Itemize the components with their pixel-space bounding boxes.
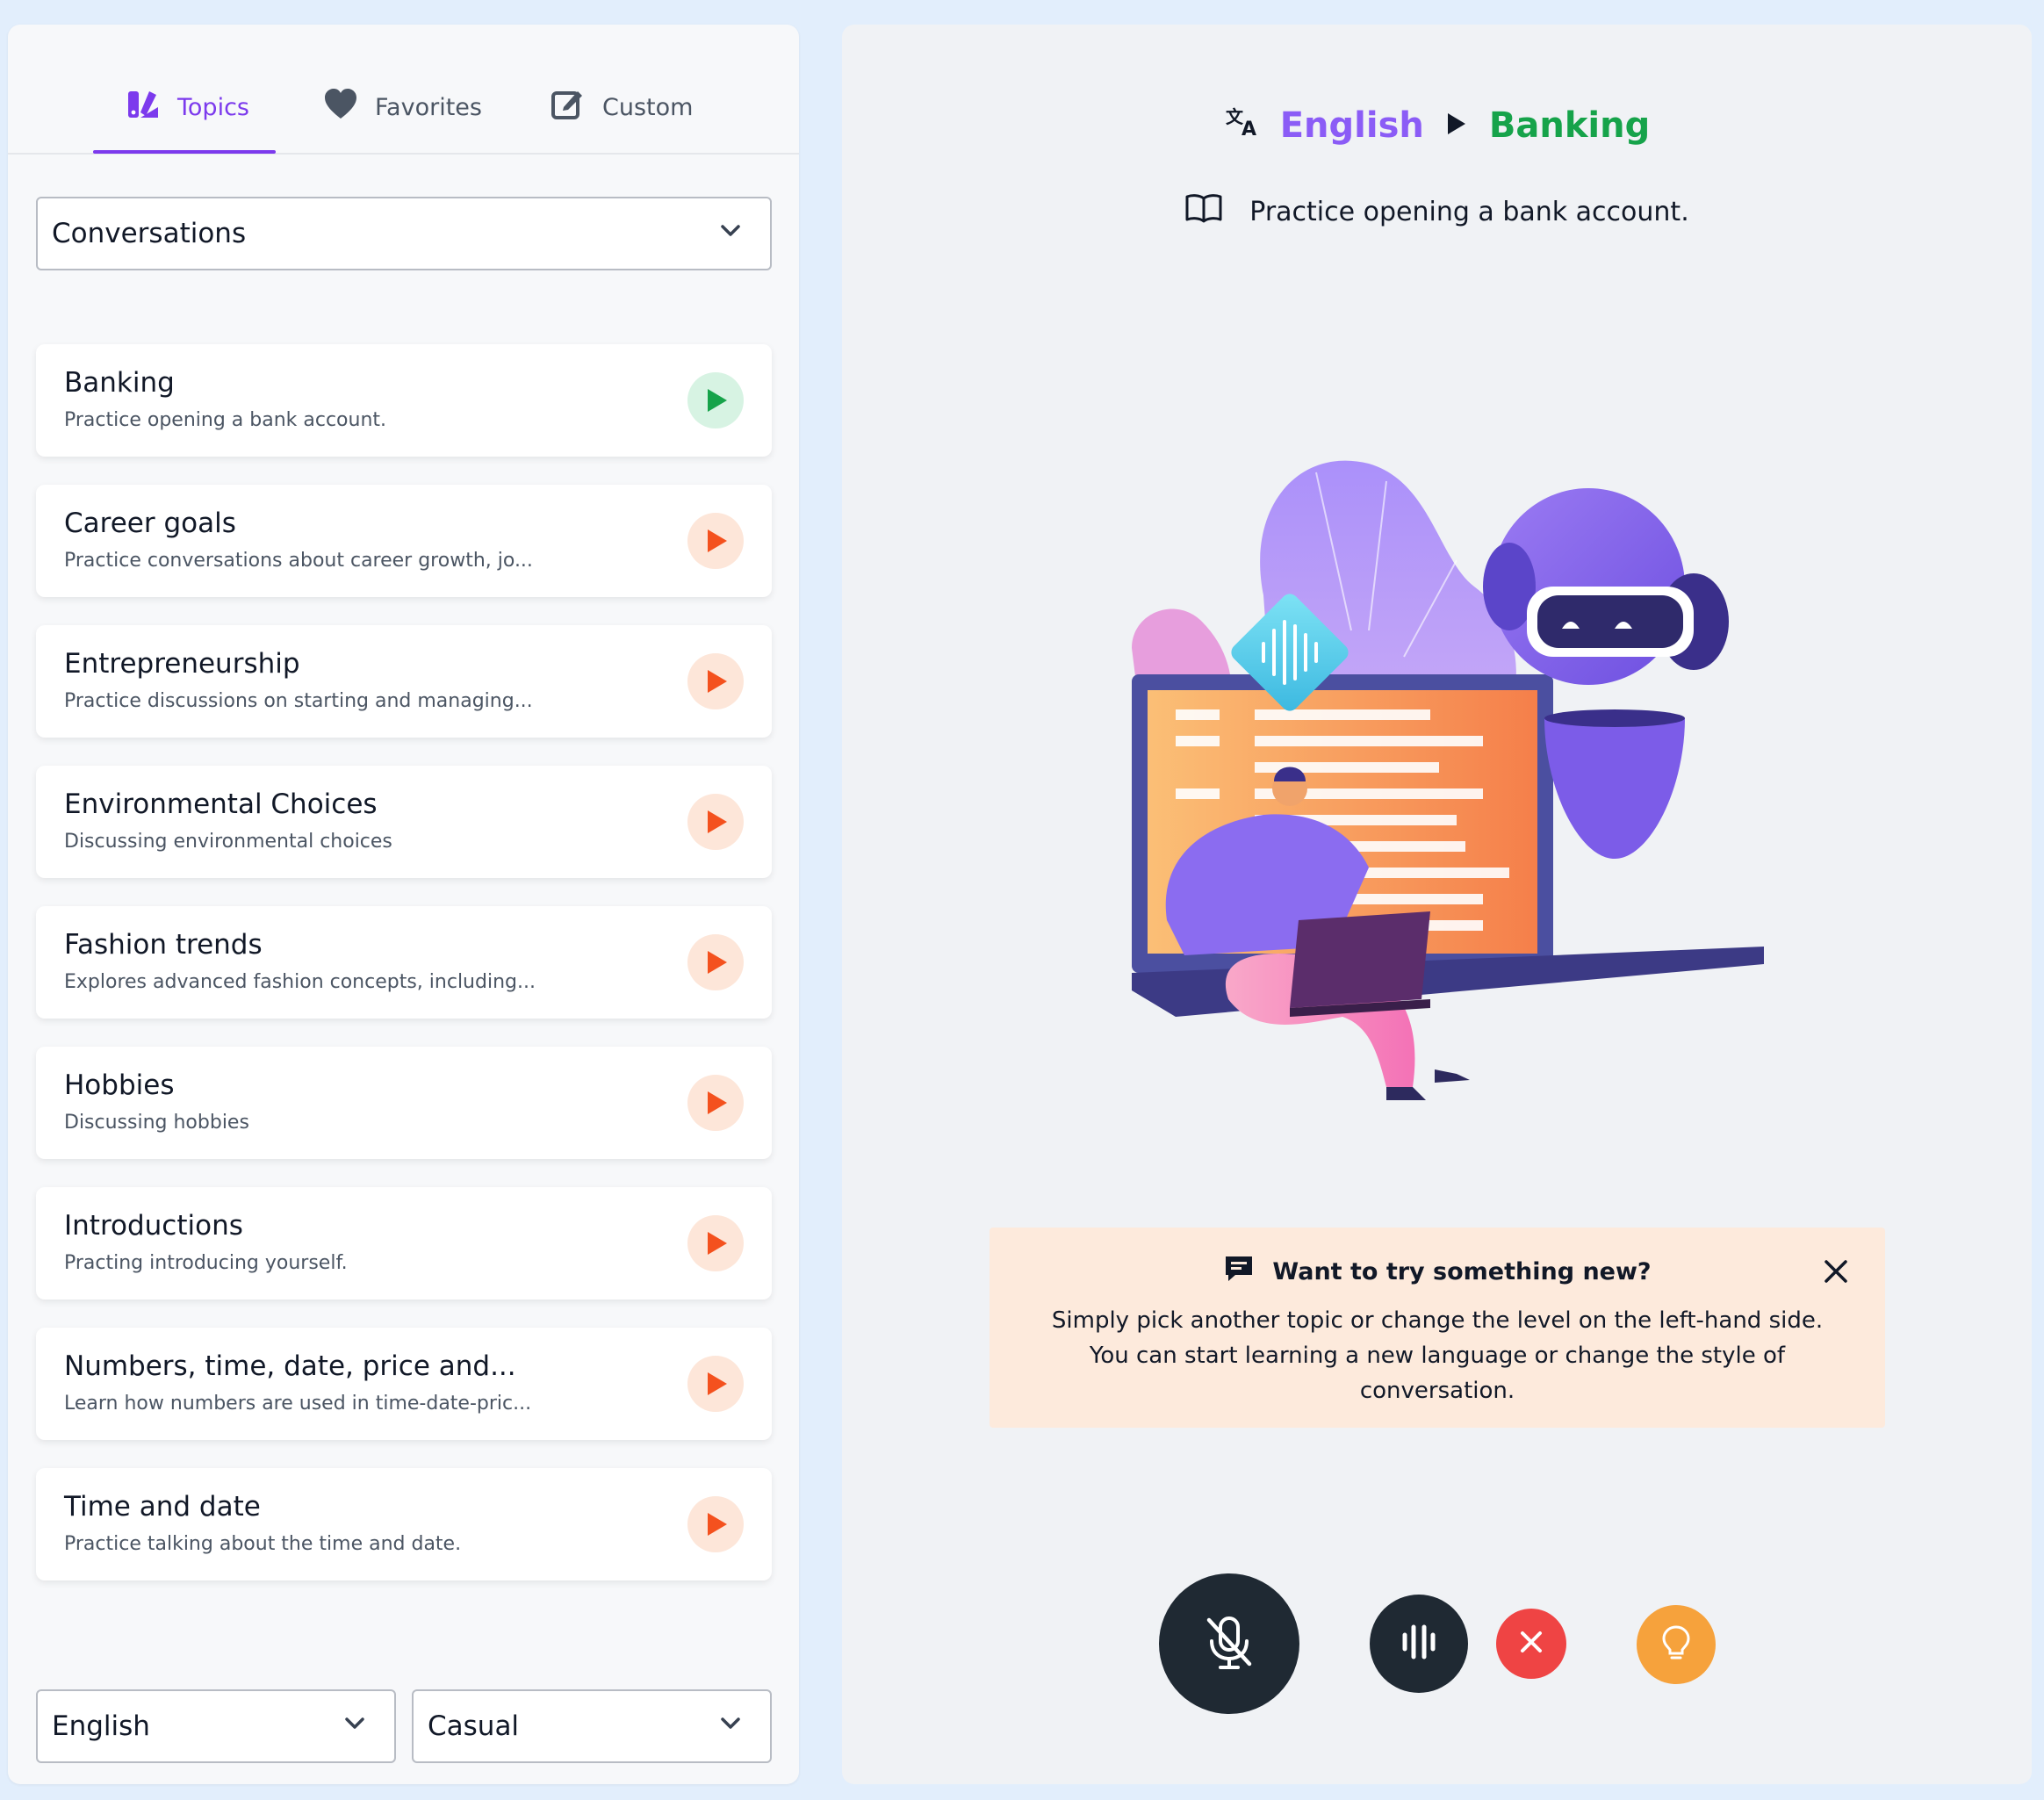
mute-mic-button[interactable] (1159, 1573, 1299, 1714)
svg-text:A: A (1242, 119, 1256, 139)
topic-description: Practice opening a bank account. (64, 409, 387, 431)
play-icon (708, 1091, 727, 1114)
tip-notice: Want to try something new? Simply pick a… (990, 1228, 1885, 1428)
category-select[interactable]: Conversations (36, 197, 772, 270)
topic-title: Fashion trends (64, 929, 263, 961)
play-icon (708, 1513, 727, 1536)
play-button[interactable] (687, 1356, 744, 1412)
play-button[interactable] (687, 794, 744, 850)
topic-subtitle: Practice opening a bank account. (842, 193, 2032, 230)
topic-title: Time and date (64, 1491, 261, 1523)
edit-icon (550, 86, 587, 129)
topic-title: Environmental Choices (64, 788, 378, 820)
play-button[interactable] (687, 653, 744, 709)
lightbulb-icon (1659, 1624, 1694, 1666)
topics-icon (125, 86, 162, 129)
topic-description: Practice discussions on starting and man… (64, 690, 533, 712)
notice-title: Want to try something new? (1272, 1258, 1652, 1285)
topic-card-hobbies[interactable]: Hobbies Discussing hobbies (36, 1047, 772, 1159)
notice-body: Simply pick another topic or change the … (1051, 1307, 1824, 1404)
language-select-value: English (52, 1710, 150, 1742)
topic-card-environmental-choices[interactable]: Environmental Choices Discussing environ… (36, 766, 772, 878)
play-button[interactable] (687, 1075, 744, 1131)
chevron-down-icon (342, 1710, 368, 1743)
topic-card-numbers[interactable]: Numbers, time, date, price and... Learn … (36, 1328, 772, 1440)
caret-right-icon (1445, 105, 1468, 146)
topic-title: Introductions (64, 1210, 243, 1242)
play-icon (708, 1232, 727, 1255)
topic-description: Learn how numbers are used in time-date-… (64, 1393, 532, 1415)
topic-description: Practing introducing yourself. (64, 1252, 348, 1274)
topic-title: Entrepreneurship (64, 648, 300, 680)
topic-description: Explores advanced fashion concepts, incl… (64, 971, 536, 993)
topic-card-time-and-date[interactable]: Time and date Practice talking about the… (36, 1468, 772, 1580)
language-select[interactable]: English (36, 1689, 396, 1763)
topic-description: Discussing environmental choices (64, 831, 392, 853)
play-button[interactable] (687, 513, 744, 569)
hint-button[interactable] (1637, 1605, 1716, 1684)
play-button[interactable] (687, 1496, 744, 1552)
topic-card-career-goals[interactable]: Career goals Practice conversations abou… (36, 485, 772, 597)
play-button[interactable] (687, 934, 744, 990)
conversation-panel: 文 A English Banking Practice opening a b… (842, 25, 2032, 1784)
play-icon (708, 670, 727, 693)
topic-card-entrepreneurship[interactable]: Entrepreneurship Practice discussions on… (36, 625, 772, 738)
topic-title: Hobbies (64, 1069, 175, 1101)
breadcrumb-topic: Banking (1488, 105, 1651, 146)
topic-description: Discussing hobbies (64, 1112, 249, 1134)
heart-icon (322, 86, 359, 129)
mic-off-icon (1198, 1611, 1260, 1676)
topic-card-fashion-trends[interactable]: Fashion trends Explores advanced fashion… (36, 906, 772, 1019)
topic-card-banking[interactable]: Banking Practice opening a bank account. (36, 344, 772, 457)
style-select-value: Casual (428, 1710, 520, 1742)
play-icon (708, 529, 727, 552)
chevron-down-icon (717, 217, 744, 250)
chat-icon (1223, 1254, 1255, 1290)
style-select[interactable]: Casual (412, 1689, 772, 1763)
topic-title: Banking (64, 367, 175, 399)
topics-panel: Topics Favorites Custom Conversations Ba… (8, 25, 799, 1784)
topic-title: Numbers, time, date, price and... (64, 1350, 516, 1382)
play-icon (708, 389, 727, 412)
close-icon (1517, 1628, 1545, 1660)
topic-card-introductions[interactable]: Introductions Practing introducing yours… (36, 1187, 772, 1300)
tab-favorites[interactable]: Favorites (322, 81, 482, 133)
tab-label: Favorites (375, 93, 482, 121)
translate-icon: 文 A (1224, 104, 1259, 148)
book-icon (1184, 193, 1223, 230)
tab-topics[interactable]: Topics (125, 81, 249, 133)
tab-bar: Topics Favorites Custom (8, 25, 799, 155)
play-button[interactable] (687, 372, 744, 428)
voice-activity-button[interactable] (1370, 1595, 1468, 1693)
subtitle-text: Practice opening a bank account. (1249, 196, 1689, 227)
play-icon (708, 951, 727, 974)
notice-header: Want to try something new? (990, 1254, 1885, 1290)
category-select-value: Conversations (52, 218, 247, 249)
topic-description: Practice conversations about career grow… (64, 550, 533, 572)
play-icon (708, 1372, 727, 1395)
active-tab-indicator (93, 150, 276, 154)
audio-waveform-icon (1397, 1620, 1441, 1667)
topic-title: Career goals (64, 508, 236, 539)
topic-description: Practice talking about the time and date… (64, 1533, 462, 1555)
end-session-button[interactable] (1496, 1609, 1566, 1679)
breadcrumb-language: English (1279, 105, 1424, 146)
tab-custom[interactable]: Custom (550, 81, 693, 133)
tab-label: Custom (602, 93, 694, 121)
play-button[interactable] (687, 1215, 744, 1271)
topic-list: Banking Practice opening a bank account.… (36, 344, 772, 1609)
breadcrumb: 文 A English Banking (842, 95, 2032, 156)
chevron-down-icon (717, 1710, 744, 1743)
close-icon[interactable] (1822, 1257, 1850, 1285)
play-icon (708, 810, 727, 833)
tab-label: Topics (177, 93, 249, 121)
hero-illustration (1123, 455, 1773, 1157)
